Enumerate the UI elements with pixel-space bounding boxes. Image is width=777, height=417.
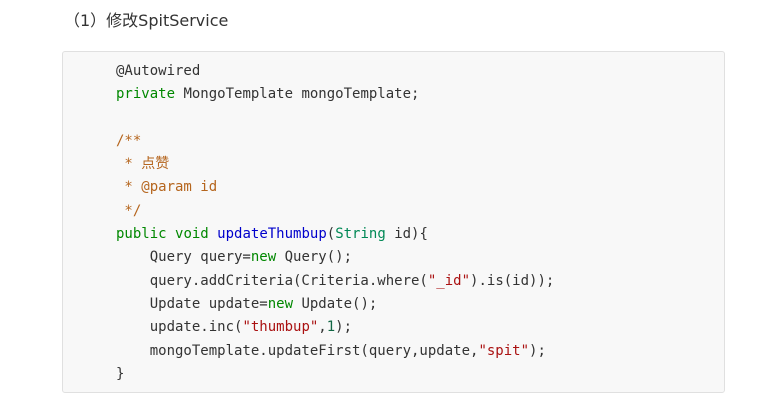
code-line: Query query=new Query(); <box>116 246 554 269</box>
code-line: update.inc("thumbup",1); <box>116 316 554 339</box>
code-token-plain: update.inc( <box>116 319 243 336</box>
code-token-string: "thumbup" <box>242 319 319 336</box>
code-line: Update update=new Update(); <box>116 293 554 316</box>
code-token-plain: Update update= <box>116 295 268 312</box>
code-token-plain: MongoTemplate mongoTemplate; <box>175 86 420 103</box>
code-token-number: 1 <box>326 319 336 336</box>
code-token-keyword: new <box>250 249 277 266</box>
code-token-keyword: public <box>116 226 167 243</box>
code-line: public void updateThumbup(String id){ <box>116 223 554 246</box>
section-heading: （1）修改SpitService <box>64 11 229 30</box>
code-token-plain: Query(); <box>276 249 353 266</box>
code-token-comment: * 点赞 <box>116 156 170 173</box>
code-token-plain: @Autowired <box>116 63 201 79</box>
code-token-string: "spit" <box>478 342 530 359</box>
code-line: */ <box>116 200 554 223</box>
code-token-plain: ( <box>326 226 336 243</box>
code-token-keyword: void <box>175 226 209 243</box>
code-token-plain: mongoTemplate.updateFirst(query,update, <box>116 342 479 359</box>
code-token-comment: * @param id <box>116 179 218 196</box>
code-token-comment: /** <box>116 132 142 149</box>
code-token-plain: ); <box>335 319 353 336</box>
code-line: private MongoTemplate mongoTemplate; <box>116 83 554 106</box>
code-token-plain: } <box>116 365 125 382</box>
code-token-type: String <box>335 226 386 243</box>
code-token-comment: */ <box>116 202 142 219</box>
code-line: * @param id <box>116 176 554 199</box>
code-token-plain: ); <box>529 342 546 359</box>
code-token-plain: Update(); <box>293 295 378 312</box>
code-line: mongoTemplate.updateFirst(query,update,"… <box>116 340 554 363</box>
code-block: @Autowired private MongoTemplate mongoTem… <box>62 51 725 393</box>
code-line: /** <box>116 130 554 153</box>
code-token-keyword: private <box>116 86 176 103</box>
code-token-keyword: new <box>267 295 294 312</box>
code-token-plain: Query query= <box>116 249 251 266</box>
code-lines: @Autowired private MongoTemplate mongoTem… <box>116 60 554 386</box>
code-line: @Autowired <box>116 60 554 83</box>
code-token-method: updateThumbup <box>217 226 327 243</box>
code-token-string: "_id" <box>427 272 471 289</box>
code-line: } <box>116 363 554 386</box>
code-line: * 点赞 <box>116 153 554 176</box>
code-token-plain: id){ <box>385 226 428 243</box>
code-line: query.addCriteria(Criteria.where("_id").… <box>116 270 555 293</box>
code-token-plain: , <box>318 319 327 336</box>
code-token-plain: ).is(id)); <box>470 272 555 289</box>
code-token-plain: query.addCriteria(Criteria.where( <box>116 272 428 289</box>
